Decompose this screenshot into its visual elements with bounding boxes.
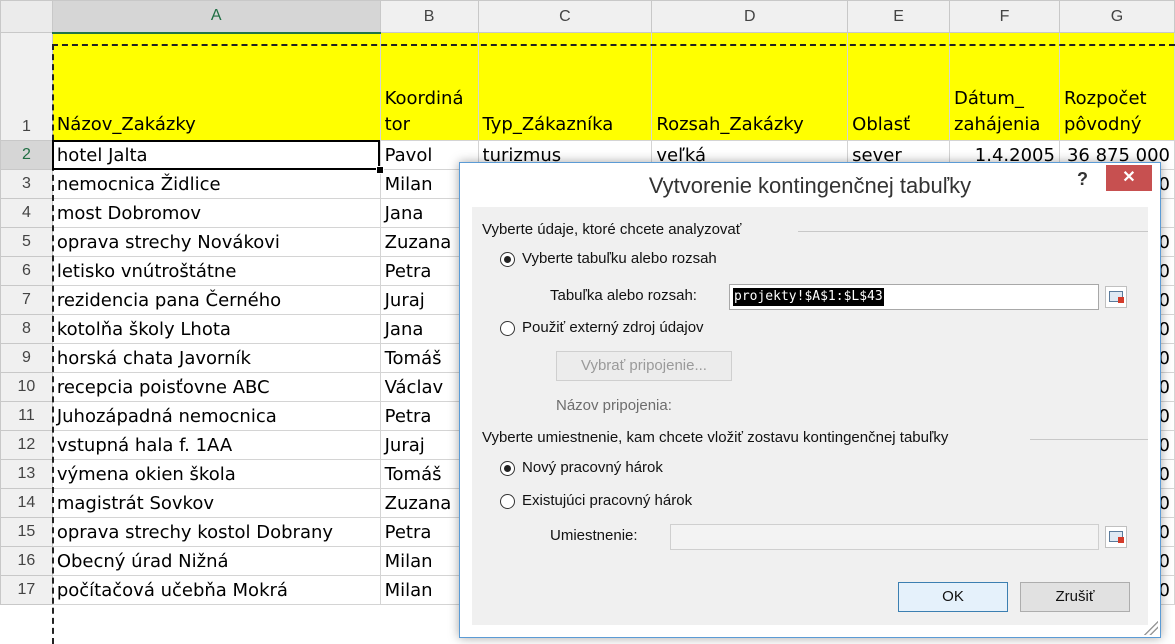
choose-connection-button[interactable]: Vybrať pripojenie...	[556, 351, 732, 381]
row-header[interactable]: 2	[0, 140, 53, 170]
cell-a[interactable]: počítačová učebňa Mokrá	[51, 575, 381, 605]
cell-a[interactable]: Obecný úrad Nižná	[51, 546, 381, 576]
table-range-input[interactable]: projekty!$A$1:$L$43	[729, 284, 1099, 310]
cell-a[interactable]: oprava strechy Novákovi	[51, 227, 381, 257]
row-header[interactable]: 12	[0, 430, 53, 460]
section-choose-location-label: Vyberte umiestnenie, kam chcete vložiť z…	[482, 429, 949, 446]
row-header[interactable]: 13	[0, 459, 53, 489]
header-cell[interactable]: Dátum_ zahájenia	[949, 32, 1060, 141]
fill-handle[interactable]	[376, 166, 384, 174]
dialog-body: Vyberte údaje, ktoré chcete analyzovať V…	[472, 207, 1148, 625]
cancel-button[interactable]: Zrušiť	[1020, 582, 1130, 612]
cell-a[interactable]: letisko vnútroštátne	[51, 256, 381, 286]
resize-grip-icon[interactable]	[1142, 619, 1158, 635]
header-cell[interactable]: Rozpočet pôvodný	[1058, 32, 1175, 141]
column-header-e[interactable]: E	[847, 0, 950, 33]
cell-a[interactable]: magistrát Sovkov	[51, 488, 381, 518]
row-header[interactable]: 9	[0, 343, 53, 373]
row-header[interactable]: 17	[0, 575, 53, 605]
cell-a[interactable]: most Dobromov	[51, 198, 381, 228]
radio-new-sheet[interactable]	[500, 461, 515, 476]
row-header[interactable]: 11	[0, 401, 53, 431]
column-header-b[interactable]: B	[379, 0, 479, 33]
row-header[interactable]: 1	[0, 32, 53, 141]
cell-a[interactable]: rezidencia pana Černého	[51, 285, 381, 315]
radio-new-sheet-label[interactable]: Nový pracovný hárok	[522, 459, 663, 476]
row-header[interactable]: 6	[0, 256, 53, 286]
table-header-row: 1 Názov_Zakázky Koordiná tor Typ_Zákazní…	[0, 32, 1175, 141]
location-label: Umiestnenie:	[550, 527, 638, 544]
column-header-a[interactable]: A	[51, 0, 381, 34]
active-cell-border	[52, 140, 380, 170]
radio-select-table-label[interactable]: Vyberte tabuľku alebo rozsah	[522, 250, 717, 267]
section-divider	[798, 231, 1148, 232]
cell-a[interactable]: recepcia poisťovne ABC	[51, 372, 381, 402]
column-header-d[interactable]: D	[651, 0, 849, 33]
row-header[interactable]: 16	[0, 546, 53, 576]
range-selector-icon[interactable]	[1105, 286, 1127, 308]
dialog-title: Vytvorenie kontingenčnej tabuľky	[648, 173, 972, 198]
row-header[interactable]: 10	[0, 372, 53, 402]
table-range-value: projekty!$A$1:$L$43	[733, 288, 884, 306]
header-cell[interactable]: Koordiná tor	[379, 32, 479, 141]
radio-existing-sheet-label[interactable]: Existujúci pracovný hárok	[522, 492, 692, 509]
column-header-c[interactable]: C	[477, 0, 653, 33]
column-header-g[interactable]: G	[1058, 0, 1175, 33]
location-input[interactable]	[670, 524, 1099, 550]
radio-existing-sheet[interactable]	[500, 494, 515, 509]
header-cell[interactable]: Rozsah_Zakázky	[651, 32, 849, 141]
row-header[interactable]: 5	[0, 227, 53, 257]
row-header[interactable]: 7	[0, 285, 53, 315]
copy-marquee-left	[52, 44, 54, 644]
copy-marquee-top	[52, 44, 1175, 46]
close-icon[interactable]: ✕	[1106, 165, 1152, 191]
ok-button[interactable]: OK	[898, 582, 1008, 612]
column-header-f[interactable]: F	[949, 0, 1060, 33]
section-divider	[1030, 439, 1148, 440]
header-cell[interactable]: Oblasť	[847, 32, 950, 141]
row-header[interactable]: 15	[0, 517, 53, 547]
range-selector-icon[interactable]	[1105, 526, 1127, 548]
dialog-title-bar[interactable]: Vytvorenie kontingenčnej tabuľky ? ✕	[460, 163, 1160, 207]
radio-select-table[interactable]	[500, 252, 515, 267]
help-icon[interactable]: ?	[1077, 169, 1088, 190]
connection-name-label: Názov pripojenia:	[556, 397, 672, 414]
row-header[interactable]: 3	[0, 169, 53, 199]
cell-a[interactable]: kotolňa školy Lhota	[51, 314, 381, 344]
cell-a[interactable]: Juhozápadná nemocnica	[51, 401, 381, 431]
select-all-corner[interactable]	[0, 0, 53, 33]
cell-a[interactable]: nemocnica Židlice	[51, 169, 381, 199]
cell-a[interactable]: horská chata Javorník	[51, 343, 381, 373]
header-cell[interactable]: Typ_Zákazníka	[477, 32, 653, 141]
row-header[interactable]: 14	[0, 488, 53, 518]
pivot-table-dialog: Vytvorenie kontingenčnej tabuľky ? ✕ Vyb…	[459, 162, 1161, 638]
radio-external-source[interactable]	[500, 321, 515, 336]
row-header[interactable]: 8	[0, 314, 53, 344]
header-cell[interactable]: Názov_Zakázky	[51, 32, 381, 141]
table-range-label: Tabuľka alebo rozsah:	[550, 287, 697, 304]
row-header[interactable]: 4	[0, 198, 53, 228]
section-choose-data-label: Vyberte údaje, ktoré chcete analyzovať	[482, 221, 742, 238]
cell-a[interactable]: výmena okien škola	[51, 459, 381, 489]
cell-a[interactable]: oprava strechy kostol Dobrany	[51, 517, 381, 547]
radio-external-source-label[interactable]: Použiť externý zdroj údajov	[522, 319, 704, 336]
cell-a[interactable]: vstupná hala f. 1AA	[51, 430, 381, 460]
